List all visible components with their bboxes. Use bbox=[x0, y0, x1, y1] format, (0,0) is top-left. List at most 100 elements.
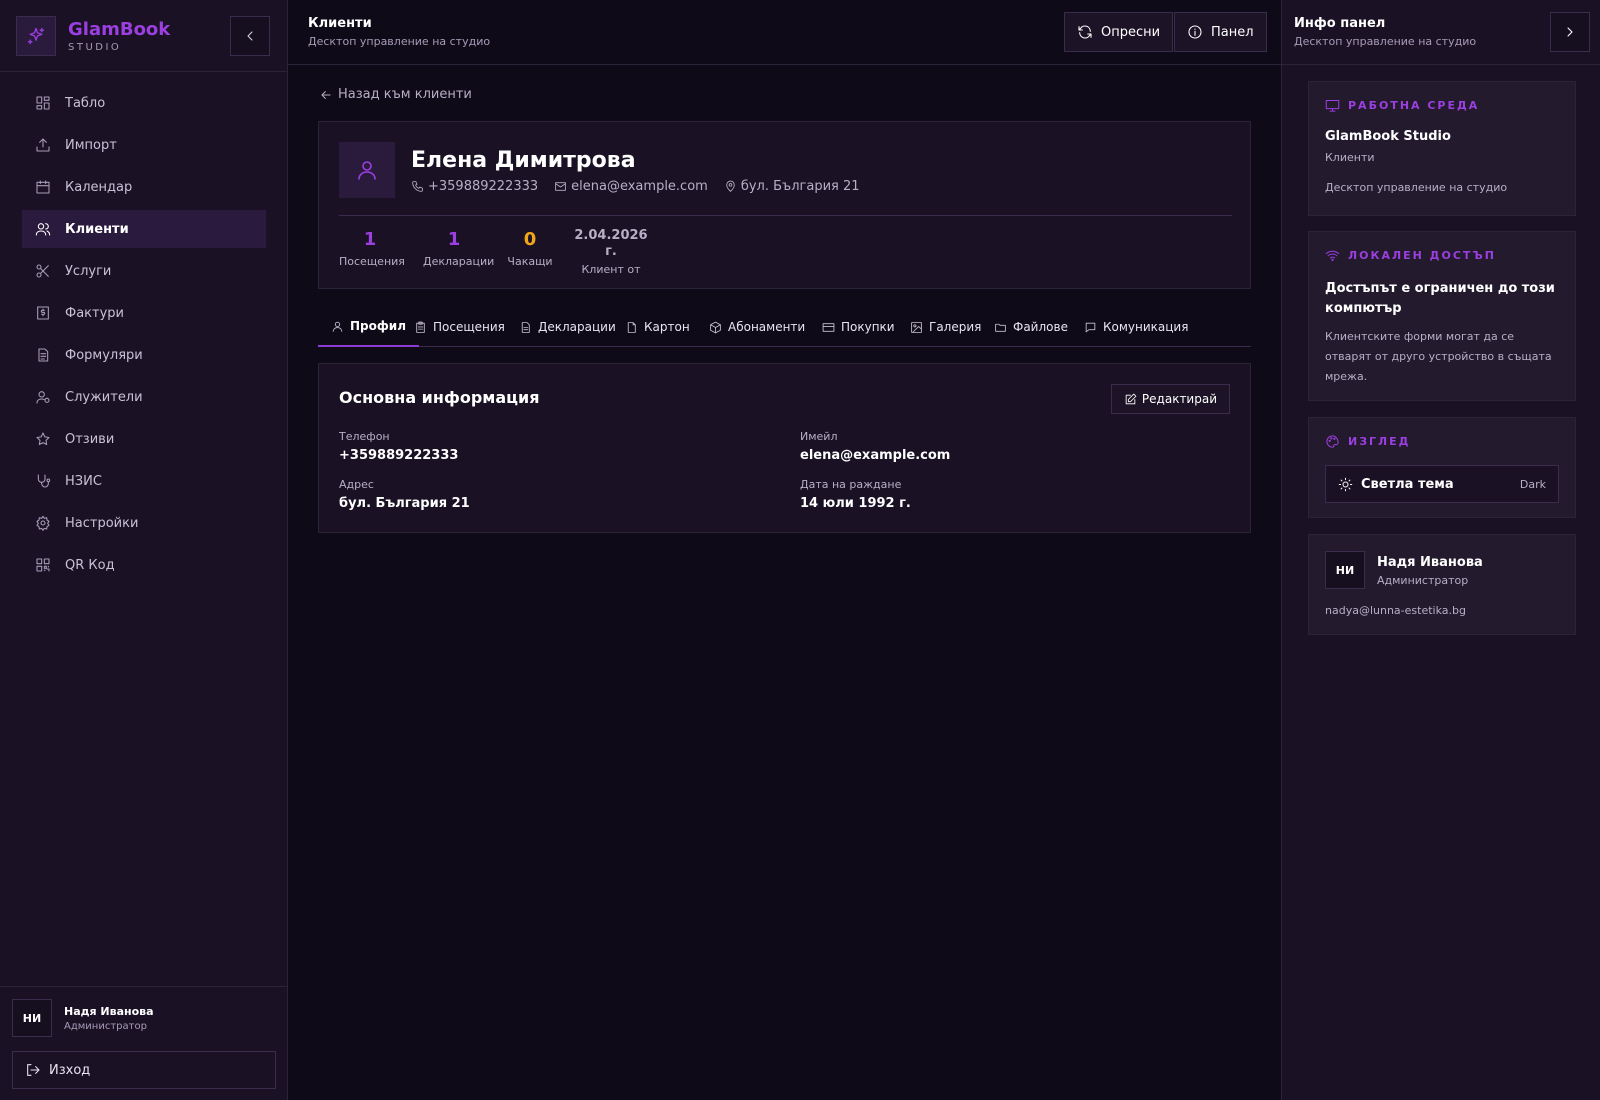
main-content: Назад към клиенти Елена Димитрова +35988… bbox=[288, 65, 1281, 1100]
sidebar-item-forms[interactable]: Формуляри bbox=[22, 336, 266, 374]
tab-visits[interactable]: Посещения bbox=[401, 307, 518, 347]
sidebar-item-import[interactable]: Импорт bbox=[22, 126, 266, 164]
back-to-clients-link[interactable]: Назад към клиенти bbox=[319, 87, 472, 102]
map-pin-icon bbox=[724, 180, 737, 193]
user-icon bbox=[331, 320, 344, 333]
client-address: бул. България 21 bbox=[740, 179, 860, 194]
stat-label: Чакащи bbox=[507, 255, 553, 268]
sidebar-item-qr-code[interactable]: QR Код bbox=[22, 546, 266, 584]
folder-icon bbox=[994, 321, 1007, 334]
brand-name: GlamBook bbox=[68, 18, 171, 40]
tab-files[interactable]: Файлове bbox=[981, 307, 1081, 347]
user-icon bbox=[339, 142, 395, 198]
calendar-icon bbox=[35, 179, 51, 195]
field-value: elena@example.com bbox=[800, 448, 951, 463]
tab-subscriptions[interactable]: Абонаменти bbox=[696, 307, 818, 347]
tab-communication[interactable]: Комуникация bbox=[1071, 307, 1201, 347]
tab-declarations[interactable]: Декларации bbox=[506, 307, 629, 347]
client-contact-meta: +359889222333 elena@example.com бул. Бъл… bbox=[411, 179, 876, 194]
close-panel-button[interactable] bbox=[1550, 12, 1590, 52]
tab-label: Посещения bbox=[433, 320, 505, 334]
chevron-left-icon bbox=[242, 28, 258, 44]
sidebar-item-clients[interactable]: Клиенти bbox=[22, 210, 266, 248]
stat-value: 0 bbox=[523, 229, 537, 250]
tab-label: Файлове bbox=[1013, 320, 1068, 334]
scissors-icon bbox=[35, 263, 51, 279]
user-card: НИ Надя Иванова Администратор nadya@lunn… bbox=[1308, 534, 1576, 635]
file-icon bbox=[625, 321, 638, 334]
divider bbox=[0, 986, 287, 987]
logout-button[interactable]: Изход bbox=[12, 1051, 276, 1089]
sidebar-item-invoices[interactable]: Фактури bbox=[22, 294, 266, 332]
workspace-description: Десктоп управление на студио bbox=[1325, 181, 1508, 194]
message-icon bbox=[1084, 321, 1097, 334]
tab-purchases[interactable]: Покупки bbox=[809, 307, 908, 347]
stat-declarations: 1 Декларации bbox=[423, 229, 494, 269]
info-icon bbox=[1187, 24, 1203, 40]
wifi-icon bbox=[1325, 248, 1340, 263]
client-name: Елена Димитрова bbox=[411, 148, 636, 173]
panel-button[interactable]: Панел bbox=[1174, 12, 1267, 52]
section-title: Основна информация bbox=[339, 388, 540, 407]
user-role: Администратор bbox=[64, 1020, 147, 1032]
sidebar-item-reviews[interactable]: Отзиви bbox=[22, 420, 266, 458]
gear-icon bbox=[35, 515, 51, 531]
qr-code-icon bbox=[35, 557, 51, 573]
sidebar-item-nzis[interactable]: НЗИС bbox=[22, 462, 266, 500]
collapse-sidebar-button[interactable] bbox=[230, 16, 270, 56]
file-text-icon bbox=[519, 321, 532, 334]
arrow-left-icon bbox=[319, 88, 333, 102]
sidebar-item-label: QR Код bbox=[65, 557, 115, 573]
logout-icon bbox=[25, 1062, 41, 1078]
field-value: +359889222333 bbox=[339, 448, 459, 463]
tab-label: Галерия bbox=[929, 320, 982, 334]
theme-toggle[interactable]: Светла тема Dark bbox=[1325, 465, 1559, 503]
tab-label: Комуникация bbox=[1103, 320, 1189, 334]
invoice-icon bbox=[35, 305, 51, 321]
studio-name: GlamBook Studio bbox=[1325, 129, 1451, 144]
topbar: Клиенти Десктоп управление на студио Опр… bbox=[288, 0, 1281, 65]
theme-label: Светла тема bbox=[1361, 476, 1454, 492]
tab-label: Декларации bbox=[538, 320, 616, 334]
refresh-label: Опресни bbox=[1101, 24, 1161, 40]
sidebar-item-label: Отзиви bbox=[65, 431, 115, 447]
stat-value: 1 bbox=[447, 229, 461, 250]
local-access-card: ЛОКАЛЕН ДОСТЪП Достъпът е ограничен до т… bbox=[1308, 231, 1576, 401]
sidebar-item-services[interactable]: Услуги bbox=[22, 252, 266, 290]
appearance-card: ИЗГЛЕД Светла тема Dark bbox=[1308, 417, 1576, 518]
credit-card-icon bbox=[822, 321, 835, 334]
sparkles-logo-icon bbox=[16, 16, 56, 56]
brand-subtitle: STUDIO bbox=[68, 41, 122, 53]
refresh-button[interactable]: Опресни bbox=[1064, 12, 1174, 52]
field-label: Имейл bbox=[800, 430, 838, 443]
sidebar-item-label: Услуги bbox=[65, 263, 112, 279]
user-name: Надя Иванова bbox=[64, 1004, 154, 1018]
page-title: Клиенти bbox=[308, 16, 372, 31]
client-phone: +359889222333 bbox=[428, 179, 539, 194]
sidebar: GlamBook STUDIO Табло Импорт Календар Кл… bbox=[0, 0, 288, 1100]
field-address: Адрес бул. България 21 bbox=[339, 478, 470, 511]
sidebar-item-settings[interactable]: Настройки bbox=[22, 504, 266, 542]
monitor-icon bbox=[1325, 98, 1340, 113]
avatar: НИ bbox=[1325, 551, 1365, 589]
tab-label: Картон bbox=[644, 320, 690, 334]
sidebar-item-label: Импорт bbox=[65, 137, 117, 153]
sidebar-item-dashboard[interactable]: Табло bbox=[22, 84, 266, 122]
image-icon bbox=[910, 321, 923, 334]
tab-chart[interactable]: Картон bbox=[612, 307, 703, 347]
info-panel-header: Инфо панел Десктоп управление на студио bbox=[1282, 0, 1600, 65]
sidebar-item-calendar[interactable]: Календар bbox=[22, 168, 266, 206]
sidebar-item-staff[interactable]: Служители bbox=[22, 378, 266, 416]
edit-button[interactable]: Редактирай bbox=[1110, 384, 1230, 414]
field-email: Имейл elena@example.com bbox=[800, 430, 950, 463]
sidebar-item-label: НЗИС bbox=[65, 473, 102, 489]
field-birthdate: Дата на раждане 14 юли 1992 г. bbox=[800, 478, 911, 511]
edit-icon bbox=[1124, 393, 1137, 406]
card-heading: РАБОТНА СРЕДА bbox=[1348, 99, 1480, 112]
chevron-right-icon bbox=[1562, 24, 1578, 40]
info-panel-subtitle: Десктоп управление на студио bbox=[1294, 35, 1477, 48]
card-heading: ИЗГЛЕД bbox=[1348, 435, 1411, 448]
card-heading: ЛОКАЛЕН ДОСТЪП bbox=[1348, 249, 1496, 262]
tab-gallery[interactable]: Галерия bbox=[897, 307, 994, 347]
sidebar-item-label: Служители bbox=[65, 389, 143, 405]
